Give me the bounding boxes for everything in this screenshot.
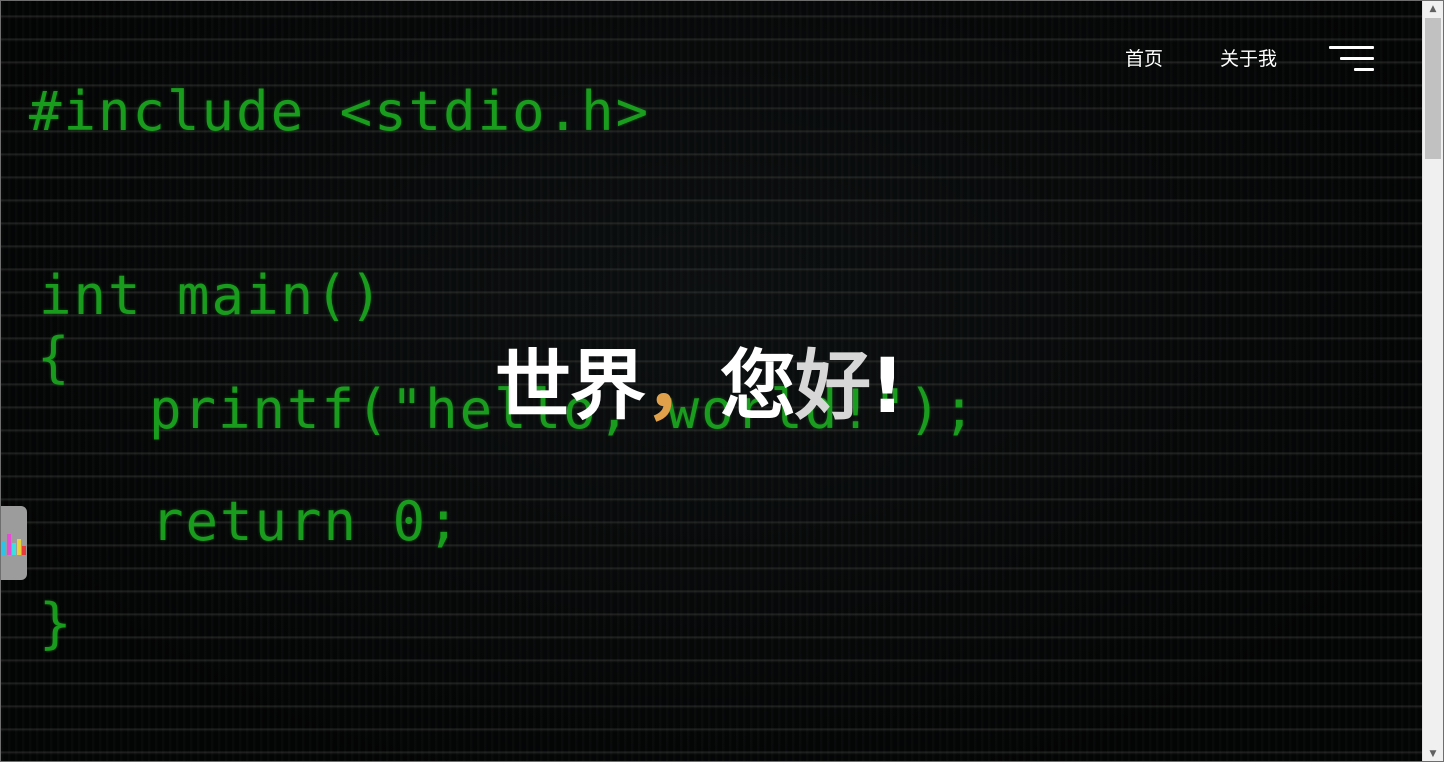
hero-background: #include <stdio.h> int main() { printf("… [1, 1, 1424, 761]
hero-title-nin: 您 [720, 341, 796, 430]
menu-bar-middle [1340, 57, 1374, 60]
scroll-down-arrow-icon[interactable]: ▼ [1423, 746, 1443, 761]
hero-title-world: 世界 [495, 341, 646, 430]
hamburger-menu-icon[interactable] [1328, 45, 1376, 73]
hero-title-exclaim: ! [870, 341, 905, 430]
equalizer-bar [2, 541, 6, 555]
scroll-up-arrow-icon[interactable]: ▲ [1423, 1, 1443, 18]
music-player-toggle[interactable] [1, 506, 27, 580]
code-line-open-brace: { [37, 326, 72, 389]
bar-chart-icon [2, 529, 26, 555]
code-line-include: #include <stdio.h> [29, 80, 651, 143]
hero-title-hao: 好 [795, 341, 871, 430]
code-line-main: int main() [39, 264, 385, 327]
equalizer-bar [7, 534, 11, 555]
equalizer-bar [12, 543, 16, 555]
menu-bar-bottom [1354, 68, 1374, 71]
hero-title-comma: ， [645, 341, 721, 430]
page: #include <stdio.h> int main() { printf("… [0, 0, 1444, 762]
scroll-thumb[interactable] [1425, 18, 1441, 159]
equalizer-bar [17, 539, 21, 555]
vertical-scrollbar[interactable]: ▲ ▼ [1422, 1, 1443, 761]
code-line-close-brace: } [39, 592, 74, 655]
hero-title: 世界，您好! [495, 341, 905, 431]
nav-link-about[interactable]: 关于我 [1220, 47, 1277, 71]
top-navigation: 首页 关于我 [1, 45, 1424, 75]
menu-bar-top [1329, 46, 1374, 49]
nav-link-home[interactable]: 首页 [1125, 47, 1163, 71]
equalizer-bar [22, 546, 26, 555]
code-line-return: return 0; [151, 490, 462, 553]
